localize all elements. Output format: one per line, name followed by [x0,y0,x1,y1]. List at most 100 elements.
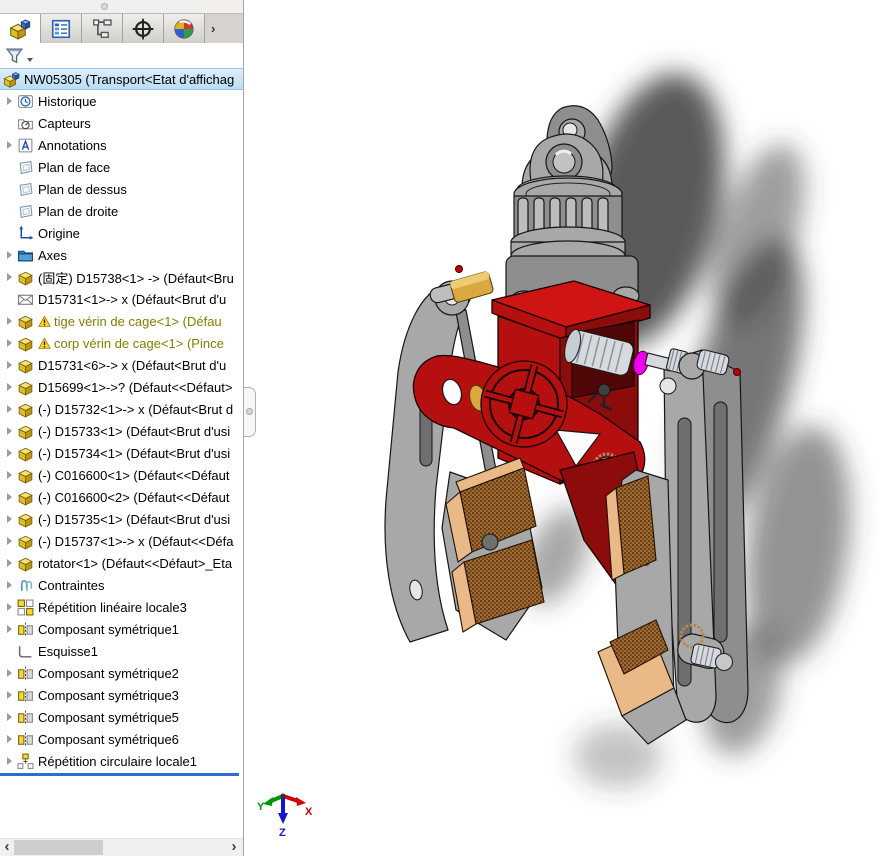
tree-item[interactable]: rotator<1> (Défaut<<Défaut>_Eta [0,552,243,574]
tree-item[interactable]: Répétition circulaire locale1 [0,750,243,772]
tree-root-label: NW05305 (Transport<Etat d'affichag [24,72,234,87]
expand-arrow-icon[interactable] [3,688,17,702]
tree-item[interactable]: Composant symétrique2 [0,662,243,684]
mates-icon [17,577,34,594]
splitter-grip-icon[interactable] [101,3,108,10]
tree-item[interactable]: (-) C016600<1> (Défaut<<Défaut [0,464,243,486]
expand-arrow-icon[interactable] [3,754,17,768]
expand-arrow-icon[interactable] [3,578,17,592]
filter-dropdown-caret-icon[interactable] [27,58,33,62]
expand-arrow-icon[interactable] [3,402,17,416]
panel-tab-bar: › [0,13,243,43]
x-axis-arrow-icon [296,797,306,806]
tree-item[interactable]: Composant symétrique1 [0,618,243,640]
tree-item-label: Plan de droite [38,204,118,219]
origin-icon [17,225,34,242]
expand-arrow-icon[interactable] [3,468,17,482]
tab-list-icon [50,18,72,40]
expand-arrow-icon[interactable] [3,710,17,724]
panel-top-strip [0,0,243,13]
expand-arrow-icon[interactable] [3,732,17,746]
tree-item[interactable]: (-) C016600<2> (Défaut<<Défaut [0,486,243,508]
tree-item[interactable]: Contraintes [0,574,243,596]
expand-arrow-icon[interactable] [3,270,17,284]
tree-item[interactable]: (-) D15734<1> (Défaut<Brut d'usi [0,442,243,464]
tree-item-label: D15731<1>-> x (Défaut<Brut d'u [38,292,226,307]
expand-arrow-icon[interactable] [3,314,17,328]
expand-arrow-icon[interactable] [3,512,17,526]
part-icon [17,357,34,374]
tab-featuremanager[interactable] [0,14,41,43]
tree-item[interactable]: Capteurs [0,112,243,134]
tab-overflow-arrow[interactable]: › [211,14,215,43]
tree-item-label: Composant symétrique6 [38,732,179,747]
tab-display-icon [173,18,195,40]
tab-propertymanager[interactable] [41,14,82,43]
tree-item[interactable]: (-) D15733<1> (Défaut<Brut d'usi [0,420,243,442]
envelope-icon [17,291,34,308]
model-yellow-bushing[interactable] [449,266,494,304]
tab-dimxpertmanager[interactable] [123,14,164,43]
panel-collapse-handle[interactable] [244,387,256,437]
expand-arrow-icon[interactable] [3,358,17,372]
tree-item[interactable]: Composant symétrique6 [0,728,243,750]
tree-item[interactable]: (-) D15735<1> (Défaut<Brut d'usi [0,508,243,530]
tree-item[interactable]: Annotations [0,134,243,156]
tree-item[interactable]: D15731<1>-> x (Défaut<Brut d'u [0,288,243,310]
scroll-right-arrow-icon[interactable]: › [227,839,241,856]
tree-item[interactable]: (-) D15732<1>-> x (Défaut<Brut d [0,398,243,420]
y-axis-arrow-icon [263,797,273,806]
expand-arrow-icon[interactable] [3,556,17,570]
tree-item[interactable]: corp vérin de cage<1> (Pince [0,332,243,354]
tree-item[interactable]: (固定) D15738<1> -> (Défaut<Bru [0,266,243,288]
part-icon [17,511,34,528]
expand-arrow-icon[interactable] [3,424,17,438]
part-icon [17,269,34,286]
expand-arrow-icon[interactable] [3,446,17,460]
part-icon [17,401,34,418]
tree-item[interactable]: Esquisse1 [0,640,243,662]
tree-item[interactable]: (-) D15737<1>-> x (Défaut<<Défa [0,530,243,552]
tree-item[interactable]: Axes [0,244,243,266]
expand-arrow-icon[interactable] [3,666,17,680]
tree-item[interactable]: Plan de face [0,156,243,178]
tree-item[interactable]: Répétition linéaire locale3 [0,596,243,618]
expand-arrow-icon[interactable] [3,336,17,350]
expand-arrow-icon[interactable] [3,248,17,262]
expand-arrow-icon[interactable] [3,622,17,636]
model-left-jaw[interactable] [442,458,544,640]
scrollbar-thumb[interactable] [14,840,103,855]
linear-pattern-icon [17,599,34,616]
tree-root-item[interactable]: NW05305 (Transport<Etat d'affichag [0,68,243,90]
tree-item[interactable]: Composant symétrique5 [0,706,243,728]
tree-item-label: rotator<1> (Défaut<<Défaut>_Eta [38,556,232,571]
tree-item-label: Annotations [38,138,107,153]
tree-item-label: (-) C016600<2> (Défaut<<Défaut [38,490,230,505]
tree-item[interactable]: Composant symétrique3 [0,684,243,706]
folder-icon [17,247,34,264]
scroll-left-arrow-icon[interactable]: ‹ [0,839,14,856]
expand-arrow-icon[interactable] [3,94,17,108]
tree-item[interactable]: Origine [0,222,243,244]
rollback-bar[interactable] [0,773,239,776]
tree-item[interactable]: Plan de dessus [0,178,243,200]
tab-configurationmanager[interactable] [82,14,123,43]
expand-arrow-icon[interactable] [3,534,17,548]
expand-arrow-icon[interactable] [3,380,17,394]
tree-item-label: (-) D15735<1> (Défaut<Brut d'usi [38,512,230,527]
expand-arrow-icon[interactable] [3,490,17,504]
feature-tree: NW05305 (Transport<Etat d'affichag Histo… [0,68,243,776]
tree-item[interactable]: Historique [0,90,243,112]
expand-arrow-icon[interactable] [3,138,17,152]
tree-item[interactable]: tige vérin de cage<1> (Défau [0,310,243,332]
expand-arrow-icon[interactable] [3,600,17,614]
tree-item[interactable]: Plan de droite [0,200,243,222]
tree-item[interactable]: D15731<6>-> x (Défaut<Brut d'u [0,354,243,376]
model-grapple-assembly[interactable] [245,0,891,856]
tree-item[interactable]: D15699<1>->? (Défaut<<Défaut> [0,376,243,398]
panel-horizontal-scrollbar[interactable]: ‹ › [0,838,243,856]
filter-funnel-icon[interactable] [5,46,24,65]
part-icon [17,445,34,462]
tab-displaymanager[interactable] [164,14,205,43]
graphics-viewport[interactable]: X Y Z [245,0,891,856]
